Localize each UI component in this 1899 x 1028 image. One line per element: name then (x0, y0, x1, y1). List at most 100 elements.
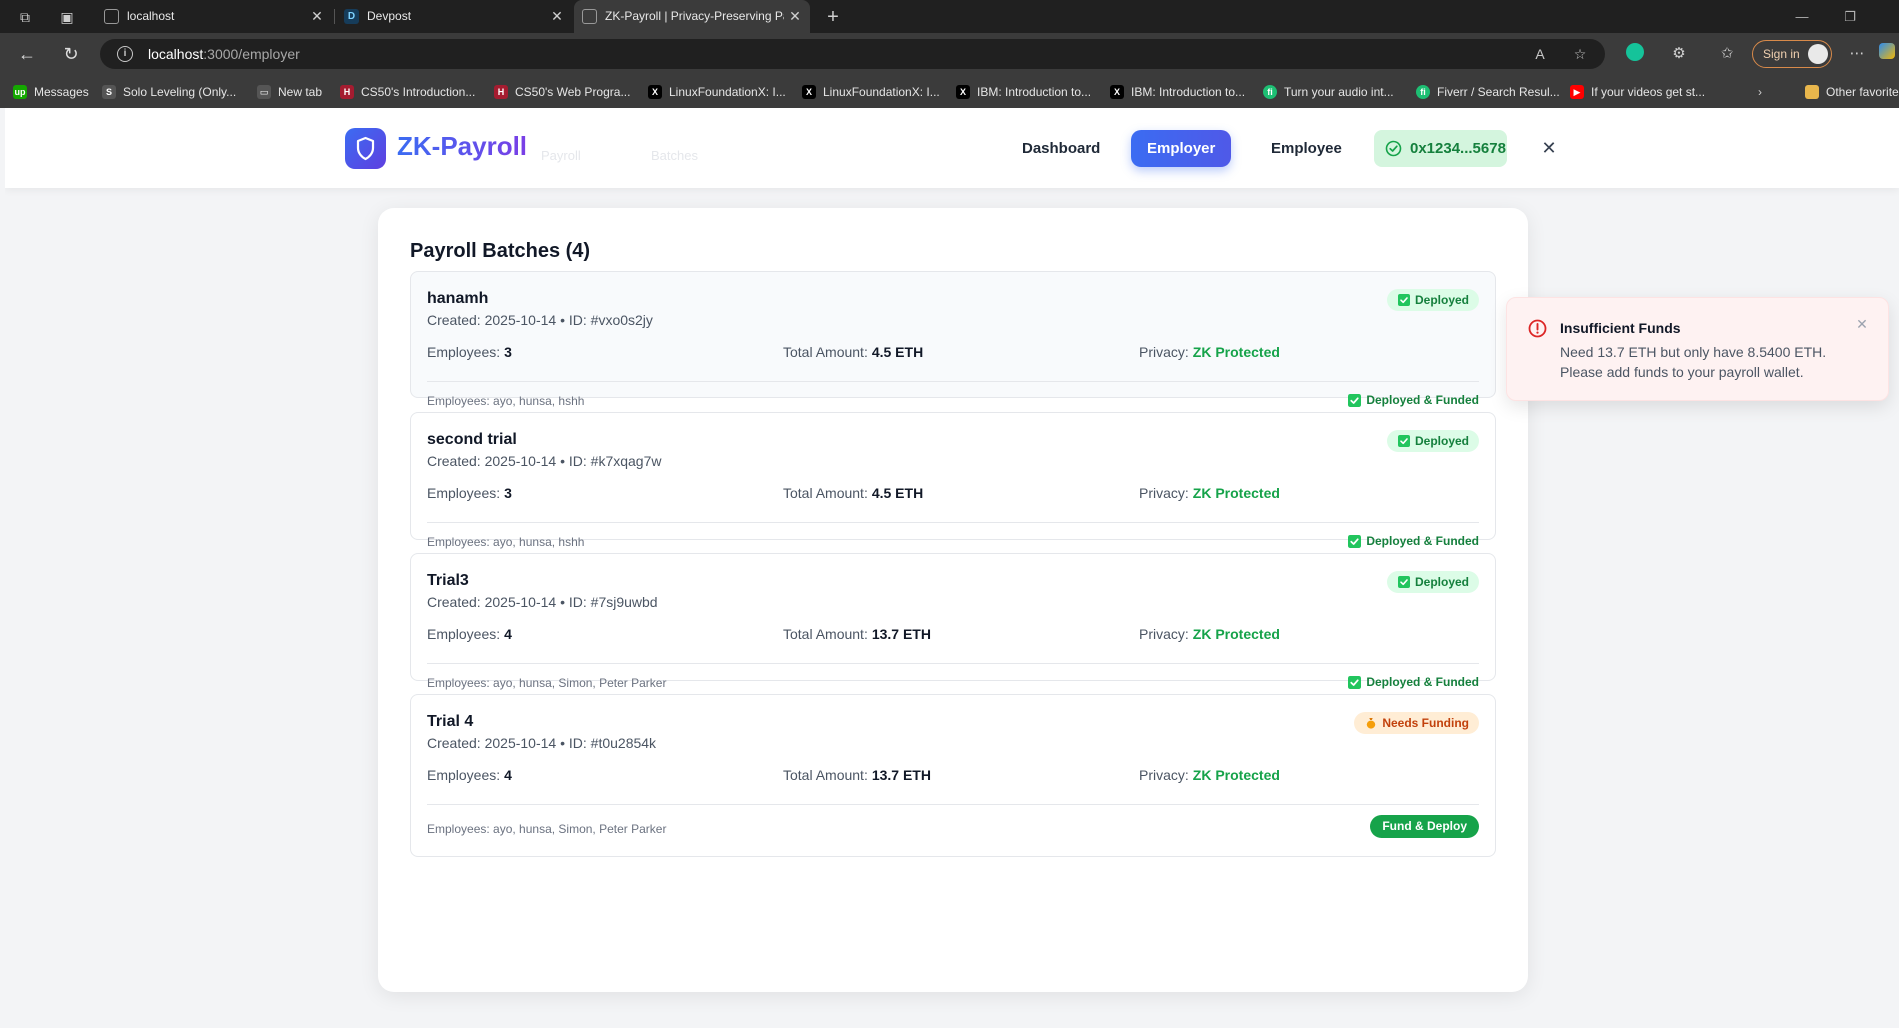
devpost-icon: D (344, 9, 359, 24)
read-aloud-icon[interactable]: A (1530, 45, 1550, 63)
status-badge: Needs Funding (1354, 712, 1479, 734)
tab-divider (334, 9, 335, 24)
batch-total: Total Amount: 13.7 ETH (783, 767, 931, 783)
batch-total: Total Amount: 4.5 ETH (783, 344, 923, 360)
tab-localhost[interactable]: localhost ✕ (96, 0, 332, 33)
field-value: ZK Protected (1192, 626, 1280, 642)
address-bar[interactable]: i localhost:3000/employer A ☆ (100, 39, 1605, 69)
bookmark-ibm-2[interactable]: X IBM: Introduction to... (1110, 83, 1245, 101)
nav-dashboard[interactable]: Dashboard (1006, 130, 1116, 167)
bookmark-label: If your videos get st... (1591, 85, 1706, 99)
back-icon[interactable]: ← (15, 42, 39, 66)
sign-in-button[interactable]: Sign in (1752, 40, 1832, 68)
field-value: 13.7 ETH (871, 626, 931, 642)
status-label: Deployed (1414, 434, 1469, 448)
payroll-batches-card: Payroll Batches (4) hanamh Created: 2025… (378, 208, 1528, 992)
field-value: 4.5 ETH (871, 485, 924, 501)
batch-privacy: Privacy: ZK Protected (1139, 767, 1280, 783)
chevron-right-icon[interactable]: › (1758, 83, 1762, 101)
bookmark-youtube[interactable]: ▶ If your videos get st... (1570, 83, 1705, 101)
tab-title: ZK-Payroll | Privacy-Preserving Pa (605, 9, 784, 23)
edx-icon: X (802, 85, 816, 99)
batch-card[interactable]: Trial3 Created: 2025-10-14 • ID: #7sj9uw… (410, 553, 1496, 690)
field-label: Privacy: (1139, 485, 1189, 501)
status-badge: Deployed (1386, 289, 1479, 311)
close-icon[interactable]: ✕ (1854, 316, 1870, 332)
folder-icon (1805, 85, 1819, 99)
app-page: Payroll Batches ZK-Payroll Dashboard Emp… (5, 108, 1899, 1028)
minimize-icon[interactable]: — (1782, 0, 1822, 33)
batch-privacy: Privacy: ZK Protected (1139, 626, 1280, 642)
copilot-icon[interactable] (1876, 43, 1898, 65)
new-tab-button[interactable]: + (822, 6, 844, 28)
reload-icon[interactable]: ↻ (59, 42, 83, 66)
deployed-funded-label: Deployed & Funded (1348, 534, 1479, 548)
logo-text[interactable]: ZK-Payroll (397, 131, 527, 162)
nav-employer[interactable]: Employer (1131, 130, 1232, 167)
close-icon[interactable]: ✕ (1537, 136, 1561, 160)
bookmark-cs50-intro[interactable]: H CS50's Introduction... (340, 83, 475, 101)
batch-privacy: Privacy: ZK Protected (1139, 485, 1280, 501)
bookmark-label: CS50's Web Progra... (515, 85, 631, 99)
batch-total: Total Amount: 13.7 ETH (783, 626, 931, 642)
bookmark-other-favorites[interactable]: Other favorite (1805, 83, 1899, 101)
toast-message: Need 13.7 ETH but only have 8.5400 ETH. … (1560, 344, 1827, 380)
status-badge: Deployed (1386, 571, 1479, 593)
ghost-tab-payroll: Payroll (541, 148, 581, 163)
field-value: 4 (504, 626, 512, 642)
edx-icon: X (956, 85, 970, 99)
workspaces-icon[interactable]: ⧉ (14, 6, 36, 28)
tab-title: localhost (127, 9, 175, 23)
section-title: Payroll Batches (4) (410, 240, 591, 262)
bookmark-ibm-1[interactable]: X IBM: Introduction to... (956, 83, 1091, 101)
favorite-star-icon[interactable]: ☆ (1570, 45, 1590, 63)
bookmark-cs50-web[interactable]: H CS50's Web Progra... (494, 83, 630, 101)
fund-deploy-button[interactable]: Fund & Deploy (1370, 815, 1479, 838)
footer-label: Deployed & Funded (1366, 393, 1479, 407)
check-square-icon (1397, 294, 1410, 306)
check-square-icon (1397, 435, 1410, 447)
close-tab-icon[interactable]: ✕ (308, 0, 326, 33)
footer-label: Deployed & Funded (1366, 534, 1479, 548)
close-tab-icon[interactable]: ✕ (786, 0, 804, 33)
tab-devpost[interactable]: D Devpost ✕ (336, 0, 572, 33)
bookmark-messages[interactable]: up Messages (13, 83, 89, 101)
batch-card[interactable]: Trial 4 Created: 2025-10-14 • ID: #t0u28… (410, 694, 1496, 857)
extensions-icon[interactable]: ⚙ (1668, 43, 1690, 65)
bookmark-label: Turn your audio int... (1284, 85, 1394, 99)
avatar (1808, 44, 1828, 64)
employee-list: Employees: ayo, hunsa, hshh (427, 535, 585, 549)
employee-list: Employees: ayo, hunsa, hshh (427, 394, 585, 408)
batch-card[interactable]: hanamh Created: 2025-10-14 • ID: #vxo0s2… (410, 271, 1496, 408)
field-value: 3 (504, 344, 512, 360)
bookmark-fiverr-search[interactable]: fi Fiverr / Search Resul... (1416, 83, 1560, 101)
bookmark-new-tab[interactable]: ▭ New tab (257, 83, 322, 101)
browser-tabstrip: ⧉ ▣ localhost ✕ D Devpost ✕ ZK-Payroll |… (0, 0, 1899, 33)
bookmark-fiverr-audio[interactable]: fi Turn your audio int... (1263, 83, 1394, 101)
nav-employee[interactable]: Employee (1255, 130, 1358, 167)
field-label: Privacy: (1139, 767, 1189, 783)
bookmark-solo-leveling[interactable]: S Solo Leveling (Only... (102, 83, 236, 101)
bookmarks-bar: up Messages S Solo Leveling (Only... ▭ New … (0, 75, 1899, 108)
logo-shield[interactable] (345, 128, 386, 169)
tab-title: Devpost (367, 9, 412, 23)
restore-icon[interactable]: ❐ (1830, 0, 1870, 33)
bookmark-linux-1[interactable]: X LinuxFoundationX: I... (648, 83, 786, 101)
bookmark-label: LinuxFoundationX: I... (823, 85, 940, 99)
bookmark-linux-2[interactable]: X LinuxFoundationX: I... (802, 83, 940, 101)
status-label: Needs Funding (1382, 716, 1469, 730)
more-icon[interactable]: ⋯ (1846, 43, 1868, 65)
url-text[interactable]: localhost:3000/employer (148, 46, 300, 62)
grammarly-icon[interactable] (1624, 43, 1646, 65)
favorites-icon[interactable]: ✩ (1716, 43, 1738, 65)
field-label: Total Amount: (783, 626, 868, 642)
site-info-icon[interactable]: i (117, 46, 133, 62)
close-tab-icon[interactable]: ✕ (548, 0, 566, 33)
tab-actions-icon[interactable]: ▣ (56, 6, 78, 28)
batch-card[interactable]: second trial Created: 2025-10-14 • ID: #… (410, 412, 1496, 549)
wallet-button[interactable]: 0x1234...5678 (1374, 130, 1507, 167)
tab-zk-payroll[interactable]: ZK-Payroll | Privacy-Preserving Pa ✕ (574, 0, 810, 33)
field-label: Total Amount: (783, 485, 868, 501)
field-value: 4.5 ETH (871, 344, 924, 360)
alert-circle-icon (1528, 319, 1547, 338)
